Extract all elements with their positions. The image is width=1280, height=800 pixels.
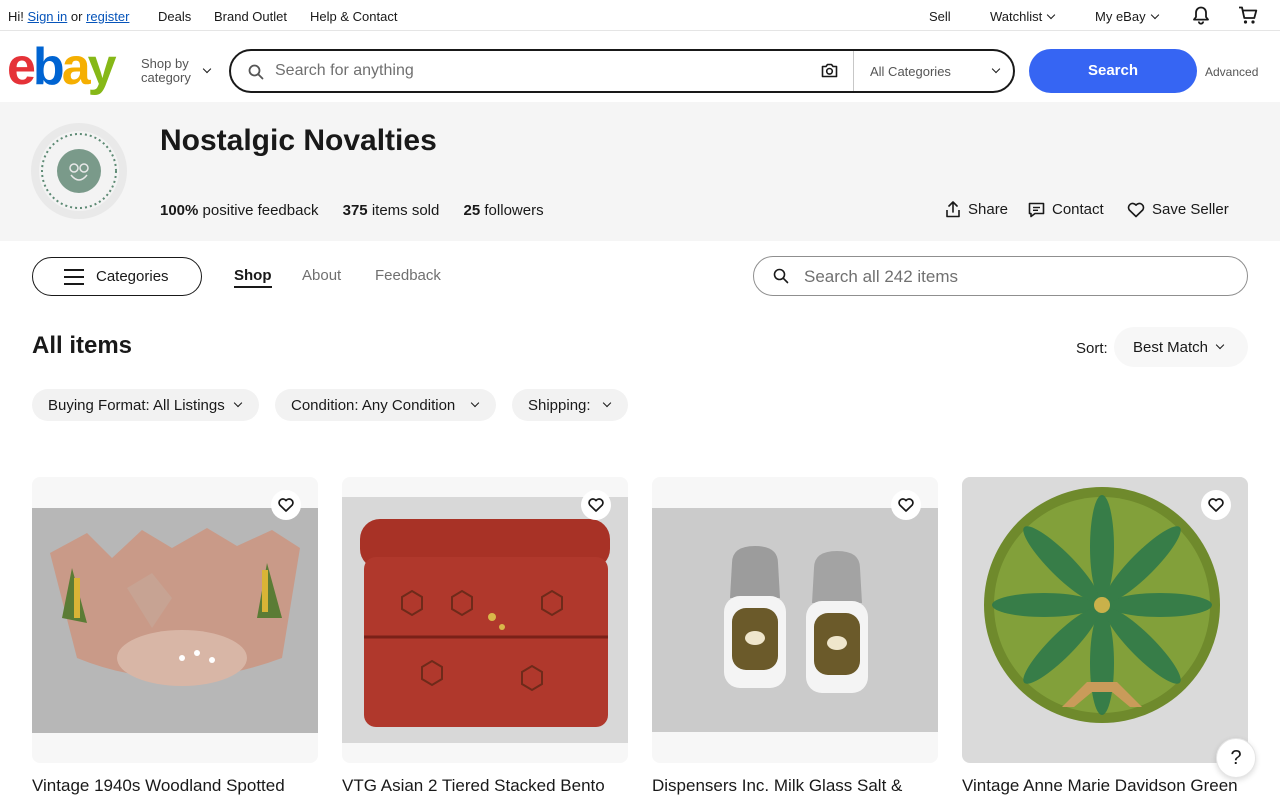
bell-icon[interactable] xyxy=(1192,6,1210,28)
contact-button[interactable]: Contact xyxy=(1028,201,1104,218)
store-search-input[interactable] xyxy=(804,266,1224,288)
heart-icon xyxy=(1208,498,1224,512)
site-header: ebay Shop by category All Categories Sea… xyxy=(0,31,1280,102)
help-button[interactable]: ? xyxy=(1216,738,1256,778)
shop-by-category-button[interactable]: Shop by category xyxy=(141,57,191,85)
search-icon xyxy=(773,268,789,289)
deals-link[interactable]: Deals xyxy=(158,9,191,24)
heart-icon xyxy=(1127,202,1145,218)
top-utility-bar: Hi! Sign in or register Deals Brand Outl… xyxy=(0,0,1280,31)
save-seller-button[interactable]: Save Seller xyxy=(1127,201,1229,218)
product-image[interactable] xyxy=(652,477,938,763)
message-icon xyxy=(1028,202,1045,218)
menu-icon xyxy=(64,269,84,285)
share-icon xyxy=(946,201,960,218)
product-title[interactable]: Vintage 1940s Woodland Spotted Deer Wall… xyxy=(32,775,318,800)
seller-avatar xyxy=(31,123,127,219)
filter-buying-format[interactable]: Buying Format: All Listings xyxy=(32,389,259,421)
product-image[interactable] xyxy=(962,477,1248,763)
heart-icon xyxy=(898,498,914,512)
watch-button[interactable] xyxy=(1201,490,1231,520)
register-link[interactable]: register xyxy=(86,9,129,24)
seller-name: Nostalgic Novalties xyxy=(160,124,437,157)
watch-button[interactable] xyxy=(891,490,921,520)
store-search-bar xyxy=(753,256,1248,296)
help-contact-link[interactable]: Help & Contact xyxy=(310,9,397,24)
watch-button[interactable] xyxy=(271,490,301,520)
product-title[interactable]: VTG Asian 2 Tiered Stacked Bento Box Sto… xyxy=(342,775,628,800)
sort-dropdown[interactable]: Best Match xyxy=(1114,327,1248,367)
chevron-down-icon xyxy=(233,398,243,408)
cart-icon[interactable] xyxy=(1238,6,1258,28)
greeting: Hi! Sign in or register xyxy=(8,9,130,24)
product-title[interactable]: Dispensers Inc. Milk Glass Salt & Pepper… xyxy=(652,775,938,800)
chevron-down-icon xyxy=(1215,340,1225,350)
my-ebay-menu[interactable]: My eBay xyxy=(1095,9,1159,24)
chevron-down-icon xyxy=(602,398,612,408)
watchlist-menu[interactable]: Watchlist xyxy=(990,9,1056,24)
search-icon xyxy=(248,64,264,85)
camera-icon[interactable] xyxy=(821,63,838,83)
tab-feedback[interactable]: Feedback xyxy=(375,267,441,284)
seller-banner: Nostalgic Novalties 100% positive feedba… xyxy=(0,102,1280,241)
sign-in-link[interactable]: Sign in xyxy=(28,9,68,24)
search-input[interactable] xyxy=(275,60,795,82)
chevron-down-icon xyxy=(1150,10,1159,20)
advanced-search-link[interactable]: Advanced xyxy=(1205,65,1258,79)
page-title: All items xyxy=(32,332,133,359)
chevron-down-icon xyxy=(202,64,212,74)
seller-stats: 100% positive feedback 375 items sold 25… xyxy=(160,202,544,219)
filter-shipping[interactable]: Shipping: xyxy=(512,389,628,421)
sell-link[interactable]: Sell xyxy=(929,9,951,24)
sort-label: Sort: xyxy=(1076,340,1108,357)
ebay-logo[interactable]: ebay xyxy=(7,41,117,93)
tab-shop[interactable]: Shop xyxy=(234,267,272,288)
heart-icon xyxy=(588,498,604,512)
chevron-down-icon xyxy=(470,398,480,408)
tab-about[interactable]: About xyxy=(302,267,341,284)
product-title[interactable]: Vintage Anne Marie Davidson Green Enamel… xyxy=(962,775,1248,800)
product-image[interactable] xyxy=(342,477,628,763)
filter-condition[interactable]: Condition: Any Condition xyxy=(275,389,496,421)
watch-button[interactable] xyxy=(581,490,611,520)
category-select[interactable]: All Categories xyxy=(853,51,1015,91)
brand-outlet-link[interactable]: Brand Outlet xyxy=(214,9,287,24)
chevron-down-icon xyxy=(991,64,1001,74)
chevron-down-icon xyxy=(1047,10,1056,20)
share-button[interactable]: Share xyxy=(945,201,1008,218)
categories-button[interactable]: Categories xyxy=(32,257,202,296)
heart-icon xyxy=(278,498,294,512)
search-button[interactable]: Search xyxy=(1029,49,1197,93)
search-bar: All Categories xyxy=(229,49,1015,93)
product-image[interactable] xyxy=(32,477,318,763)
